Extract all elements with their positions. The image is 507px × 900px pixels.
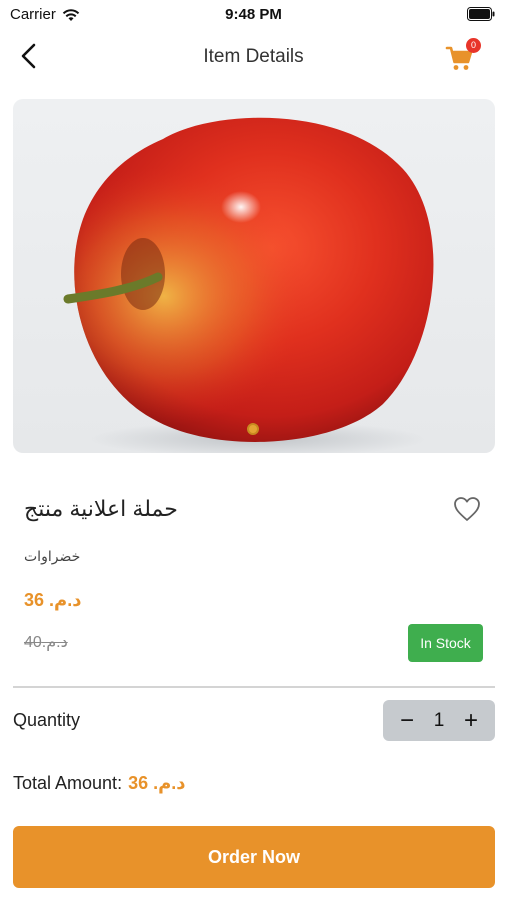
increment-button[interactable]: + [457, 707, 485, 735]
decrement-button[interactable]: − [393, 707, 421, 735]
order-now-button[interactable]: Order Now [13, 826, 495, 888]
cart-count-badge: 0 [466, 38, 481, 53]
product-category: خضراوات [24, 548, 81, 564]
heart-icon [454, 497, 480, 521]
cart-button[interactable]: 0 [445, 38, 481, 72]
apple-image [63, 117, 434, 453]
product-old-price: د.م.40 [24, 634, 68, 651]
total-amount-row: Total Amount: د.م. 36 [13, 773, 186, 794]
stock-status-badge: In Stock [408, 624, 483, 662]
quantity-value: 1 [433, 709, 445, 731]
nav-bar: Item Details 0 [0, 30, 507, 82]
carousel-indicator[interactable] [247, 423, 259, 435]
page-title: Item Details [203, 46, 304, 67]
status-time: 9:48 PM [225, 6, 282, 23]
product-price: د.م. 36 [24, 590, 82, 610]
total-amount-label: Total Amount: [13, 773, 123, 793]
favorite-button[interactable] [453, 496, 481, 522]
status-bar: Carrier 9:48 PM [0, 0, 507, 28]
quantity-label: Quantity [13, 710, 81, 730]
product-image [13, 99, 495, 453]
total-amount-value: د.م. 36 [128, 773, 186, 793]
product-name: حملة اعلانية منتج [24, 496, 178, 521]
divider [13, 686, 495, 688]
battery-icon [467, 7, 495, 21]
quantity-stepper: − 1 + [383, 700, 495, 741]
